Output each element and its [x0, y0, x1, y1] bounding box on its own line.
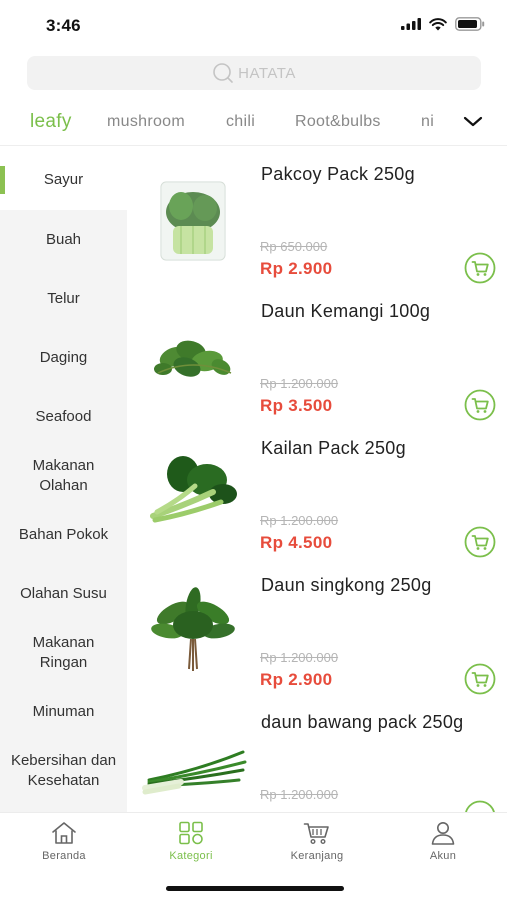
product-old-price: Rp 1.200.000 — [260, 650, 339, 665]
tab-root-bulbs[interactable]: Root&bulbs — [295, 113, 381, 131]
product-price: Rp 4.500 — [260, 533, 333, 552]
status-bar: 3:46 — [0, 0, 507, 50]
signal-icon — [401, 18, 421, 30]
tab-truncated[interactable]: ni — [421, 113, 434, 131]
add-to-cart-button[interactable] — [464, 663, 496, 695]
product-price: Rp 2.900 — [260, 670, 333, 689]
product-card[interactable]: Daun Kemangi 100g Rp 1.200.000 Rp 3.500 — [127, 287, 507, 424]
product-old-price: Rp 1.200.000 — [260, 513, 339, 528]
sidebar-item-makanan-ringan[interactable]: Makanan Ringan — [0, 623, 127, 682]
sidebar-item-sayur[interactable]: Sayur — [0, 150, 127, 210]
chevron-down-icon — [463, 116, 483, 127]
category-sidebar: Sayur Buah Telur Daging Seafood Makanan … — [0, 150, 127, 812]
sidebar-item-minuman[interactable]: Minuman — [0, 682, 127, 741]
tab-leafy[interactable]: leafy — [30, 111, 72, 133]
sidebar-item-telur[interactable]: Telur — [0, 269, 127, 328]
status-time: 3:46 — [46, 16, 81, 35]
product-price: Rp 3.500 — [260, 396, 333, 415]
sidebar-item-seafood[interactable]: Seafood — [0, 387, 127, 446]
subcategory-tabs: leafy mushroom chili Root&bulbs ni — [0, 100, 507, 146]
product-image-kemangi — [154, 340, 232, 377]
battery-icon — [455, 17, 485, 31]
category-icon — [179, 821, 203, 845]
product-card[interactable]: daun bawang pack 250g Rp 1.200.000 — [127, 698, 507, 812]
add-to-cart-button[interactable] — [464, 389, 496, 421]
product-name: Pakcoy Pack 250g — [261, 164, 415, 184]
search-placeholder: HATATA — [238, 64, 296, 82]
home-indicator — [166, 886, 344, 891]
home-icon — [52, 822, 76, 844]
product-old-price: Rp 650.000 — [260, 239, 328, 254]
user-icon — [431, 822, 455, 845]
product-card[interactable]: Daun singkong 250g Rp 1.200.000 Rp 2.900 — [127, 561, 507, 698]
product-old-price: Rp 1.200.000 — [260, 787, 339, 802]
sidebar-item-daging[interactable]: Daging — [0, 328, 127, 387]
product-image-pakcoy — [160, 181, 226, 261]
nav-keranjang[interactable]: Keranjang — [267, 821, 367, 862]
nav-label: Kategori — [169, 850, 213, 862]
sidebar-item-bahan-pokok[interactable]: Bahan Pokok — [0, 505, 127, 564]
product-card[interactable]: Kailan Pack 250g Rp 1.200.000 Rp 4.500 — [127, 424, 507, 561]
cart-icon — [303, 823, 329, 845]
product-image-daun-bawang — [142, 750, 247, 795]
product-card[interactable]: Pakcoy Pack 250g Rp 650.000 Rp 2.900 — [127, 150, 507, 287]
tab-mushroom[interactable]: mushroom — [107, 113, 185, 131]
product-name: daun bawang pack 250g — [261, 712, 464, 732]
product-name: Daun singkong 250g — [261, 575, 432, 595]
product-image-singkong — [151, 587, 235, 671]
product-name: Kailan Pack 250g — [261, 438, 406, 458]
nav-label: Keranjang — [290, 850, 344, 862]
add-to-cart-button[interactable] — [464, 800, 496, 812]
sidebar-item-kebersihan[interactable]: Kebersihan dan Kesehatan — [0, 741, 127, 800]
nav-kategori[interactable]: Kategori — [141, 821, 241, 862]
search-icon — [213, 63, 233, 83]
nav-beranda[interactable]: Beranda — [14, 821, 114, 862]
expand-tabs-button[interactable] — [461, 112, 485, 132]
tab-chili[interactable]: chili — [226, 113, 255, 131]
product-image-kailan — [150, 456, 237, 523]
sidebar-item-buah[interactable]: Buah — [0, 210, 127, 269]
sidebar-item-olahan-susu[interactable]: Olahan Susu — [0, 564, 127, 623]
product-old-price: Rp 1.200.000 — [260, 376, 339, 391]
nav-akun[interactable]: Akun — [393, 821, 493, 862]
search-bar[interactable]: HATATA — [27, 56, 481, 90]
product-price: Rp 2.900 — [260, 259, 333, 278]
sidebar-item-makanan-olahan[interactable]: Makanan Olahan — [0, 446, 127, 505]
add-to-cart-button[interactable] — [464, 252, 496, 284]
nav-label: Beranda — [42, 850, 86, 862]
wifi-icon — [429, 17, 447, 30]
add-to-cart-button[interactable] — [464, 526, 496, 558]
nav-label: Akun — [429, 850, 457, 862]
product-name: Daun Kemangi 100g — [261, 301, 431, 321]
